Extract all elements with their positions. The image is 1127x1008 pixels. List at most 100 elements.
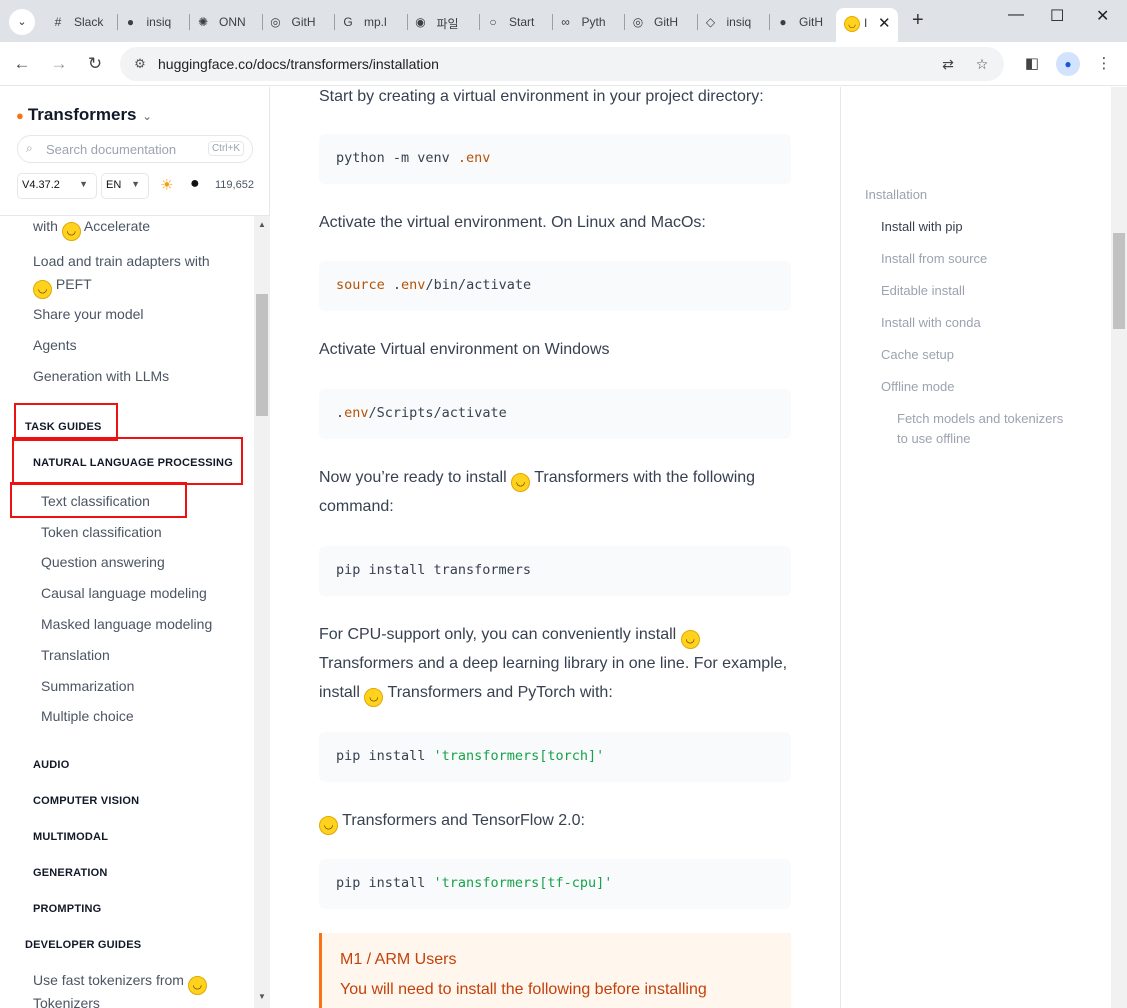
page-scrollbar[interactable] — [1111, 87, 1127, 1008]
theme-toggle-icon[interactable]: ☀ — [160, 176, 173, 194]
slack-icon: # — [54, 15, 62, 29]
code-block[interactable]: pip install 'transformers[tf-cpu]' — [319, 859, 791, 909]
tab-7[interactable]: ∞ Pyth — [558, 8, 628, 36]
section-developer-guides[interactable]: DEVELOPER GUIDES — [25, 939, 141, 951]
sidebar-item-nlp-4[interactable]: Masked language modeling — [41, 616, 212, 632]
close-tab-icon[interactable]: ✕ — [878, 14, 891, 32]
tab-0[interactable]: # Slack — [50, 8, 120, 36]
site-info-icon[interactable]: ⚙ — [130, 54, 150, 74]
sidebar-item-nlp-6[interactable]: Summarization — [41, 678, 134, 694]
tab-6[interactable]: ○ Start — [485, 8, 555, 36]
sidebar-item-agents[interactable]: Agents — [33, 337, 77, 353]
forward-icon[interactable]: → — [47, 52, 71, 76]
maximize-button[interactable]: ☐ — [1050, 6, 1064, 26]
sidebar-item-accelerate[interactable]: with ◡ Accelerate — [33, 218, 150, 241]
toc-item-fetch-models[interactable]: Fetch models and tokenizers — [897, 411, 1063, 426]
tab-9[interactable]: ◇ insiq — [703, 8, 773, 36]
code-block[interactable]: source .env/bin/activate — [319, 261, 791, 311]
code-block[interactable]: pip install 'transformers[torch]' — [319, 732, 791, 782]
tab-2[interactable]: ✺ ONN — [195, 8, 265, 36]
item-label: Load and train adapters with — [33, 253, 210, 269]
hugging-face-emoji-icon: ◡ — [61, 222, 81, 241]
tab-5[interactable]: ◉ 파일 — [413, 8, 483, 36]
code-block[interactable]: pip install transformers — [319, 546, 791, 596]
cube-icon: ◇ — [705, 15, 716, 29]
text: For CPU-support only, you can convenient… — [319, 626, 681, 643]
onnx-icon: ✺ — [197, 15, 209, 29]
code-text: /Scripts/activate — [368, 405, 507, 421]
github-icon[interactable]: ● — [190, 175, 200, 193]
side-panel-icon[interactable]: ◧ — [1020, 52, 1044, 76]
sidebar-item-peft-line2[interactable]: ◡ PEFT — [33, 276, 92, 299]
minimize-button[interactable]: — — [1008, 6, 1024, 24]
toc-title[interactable]: Installation — [865, 187, 927, 202]
github-stars-count: 119,652 — [215, 179, 254, 191]
tab-separator — [624, 14, 625, 30]
language-select[interactable]: EN ▼ — [101, 173, 149, 199]
huggingface-icon: ◡ — [844, 15, 860, 32]
section-4[interactable]: PROMPTING — [33, 903, 101, 915]
version-select[interactable]: V4.37.2 ▼ — [17, 173, 97, 199]
section-1[interactable]: COMPUTER VISION — [33, 795, 139, 807]
code-block[interactable]: python -m venv .env — [319, 134, 791, 184]
tab-search-icon[interactable]: ⌄ — [9, 9, 35, 35]
close-window-button[interactable]: ✕ — [1096, 6, 1109, 26]
sidebar-item-nlp-3[interactable]: Causal language modeling — [41, 585, 207, 601]
sidebar-item-nlp-7[interactable]: Multiple choice — [41, 708, 134, 724]
page-scrollbar-thumb[interactable] — [1113, 233, 1125, 329]
tab-label: insiq — [146, 15, 172, 29]
tab-4[interactable]: Gmp.l — [340, 8, 410, 36]
toc-item-5[interactable]: Offline mode — [881, 379, 954, 394]
sidebar-scrollbar-thumb[interactable] — [256, 294, 268, 416]
sidebar-item-fast-tokenizers-line2[interactable]: Tokenizers — [33, 995, 100, 1008]
tab-separator — [696, 14, 698, 30]
tab-10[interactable]: ● GitH — [775, 8, 845, 36]
toc-item-4[interactable]: Cache setup — [881, 347, 954, 362]
scroll-down-arrow-icon[interactable]: ▼ — [257, 992, 267, 1001]
tab-label: Start — [509, 15, 535, 29]
address-bar[interactable]: ⚙ huggingface.co/docs/transformers/insta… — [120, 47, 1004, 81]
sidebar-item-nlp-5[interactable]: Translation — [41, 647, 110, 663]
item-label: Use fast tokenizers from — [33, 972, 184, 988]
toc-item-1[interactable]: Install from source — [881, 251, 987, 266]
sidebar-item-nlp-0[interactable]: Text classification — [41, 493, 150, 509]
hugging-face-emoji-icon: ◡ — [319, 816, 338, 835]
section-0[interactable]: AUDIO — [33, 759, 69, 771]
section-2[interactable]: MULTIMODAL — [33, 831, 108, 843]
chevron-down-icon: ▼ — [79, 179, 88, 189]
sidebar-item-generation-llms[interactable]: Generation with LLMs — [33, 368, 169, 384]
toc-item-fetch-models-line2[interactable]: to use offline — [897, 431, 970, 446]
scroll-up-arrow-icon[interactable]: ▲ — [257, 220, 267, 229]
toc-item-3[interactable]: Install with conda — [881, 315, 981, 330]
search-shortcut: Ctrl+K — [207, 141, 244, 156]
github-icon: ◎ — [270, 15, 281, 29]
toc-item-2[interactable]: Editable install — [881, 283, 965, 298]
sidebar-item-nlp-2[interactable]: Question answering — [41, 554, 165, 570]
menu-icon[interactable]: ⋮ — [1092, 52, 1116, 76]
sidebar-item-share-model[interactable]: Share your model — [33, 306, 144, 322]
tab-8[interactable]: ◎ GitH — [630, 8, 700, 36]
new-tab-button[interactable]: + — [912, 9, 924, 32]
tab-1[interactable]: ● insiq — [123, 8, 193, 36]
sidebar-item-nlp-1[interactable]: Token classification — [41, 524, 162, 540]
toc-item-0[interactable]: Install with pip — [881, 219, 963, 234]
code-block[interactable]: .env/Scripts/activate — [319, 389, 791, 439]
section-3[interactable]: GENERATION — [33, 867, 108, 879]
url-text[interactable]: huggingface.co/docs/transformers/install… — [158, 56, 439, 72]
back-icon[interactable]: ← — [10, 52, 34, 76]
search-input[interactable]: ⌕ Search documentation Ctrl+K — [17, 135, 253, 163]
tab-3[interactable]: ◎ GitH — [268, 8, 338, 36]
chevron-down-icon[interactable]: ⌄ — [143, 111, 152, 123]
tab-active[interactable]: ◡ I ✕ — [836, 8, 898, 42]
sidebar-item-fast-tokenizers[interactable]: Use fast tokenizers from ◡ — [33, 972, 207, 995]
main-content: Start by creating a virtual environment … — [271, 87, 839, 1008]
reload-icon[interactable]: ↻ — [83, 52, 107, 76]
sidebar-item-peft[interactable]: Load and train adapters with — [33, 253, 210, 269]
brand-title[interactable]: ● Transformers ⌄ — [16, 105, 152, 125]
paragraph: Activate the virtual environment. On Lin… — [319, 214, 706, 231]
profile-avatar[interactable]: ● — [1056, 52, 1080, 76]
tab-separator — [769, 14, 770, 30]
bookmark-star-icon[interactable]: ☆ — [972, 54, 992, 74]
tab-label: Slack — [74, 15, 104, 29]
translate-icon[interactable]: ⇄ — [938, 54, 958, 74]
